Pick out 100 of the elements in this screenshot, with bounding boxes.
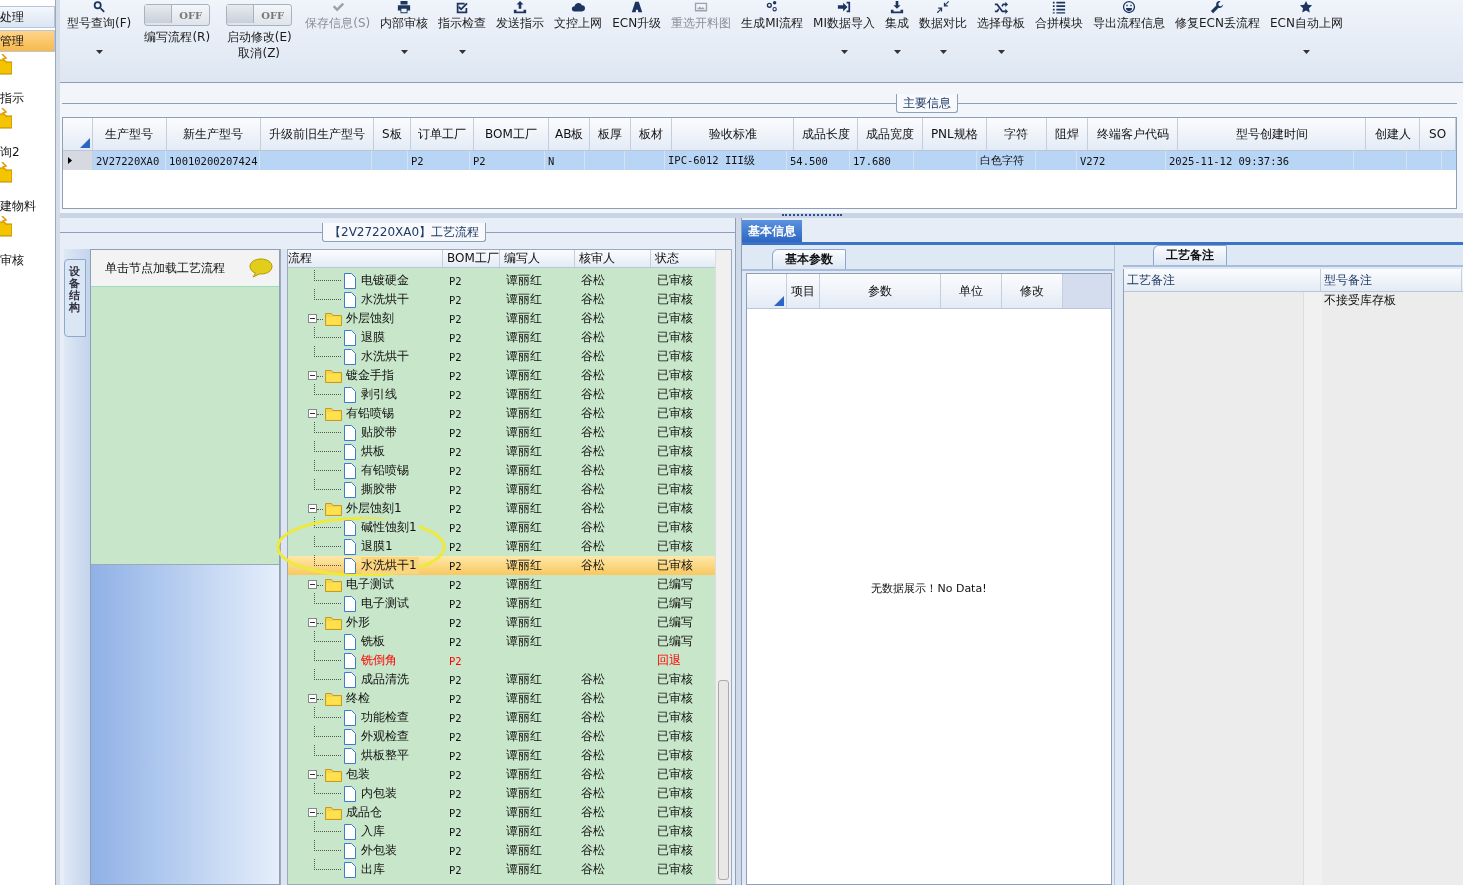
sidebar-item[interactable]: 审核	[0, 216, 55, 268]
sidebar-item[interactable]: 询2	[0, 108, 55, 160]
column-header[interactable]: 核审人	[575, 250, 651, 267]
tree-row[interactable]: 外层蚀刻 P2 谭丽红 谷松 已审核	[288, 309, 716, 328]
collapse-icon[interactable]	[308, 580, 317, 589]
tree-row[interactable]: 铣板 P2 谭丽红 已编写	[288, 632, 716, 651]
column-header[interactable]: SO	[1420, 118, 1456, 150]
column-header[interactable]: S板	[373, 118, 411, 150]
toolbar-button[interactable]: 内部审核	[375, 0, 434, 54]
tree-row[interactable]: 出库 P2 谭丽红 谷松 已审核	[288, 860, 716, 879]
collapse-icon[interactable]	[308, 314, 317, 323]
column-header[interactable]: BOM工厂	[443, 250, 500, 267]
sidebar-item[interactable]: 处理	[0, 6, 55, 28]
column-header[interactable]: BOM工厂	[473, 118, 550, 150]
toolbar-button[interactable]: 指示检查	[433, 0, 492, 54]
tree-row[interactable]: 烘板 P2 谭丽红 谷松 已审核	[288, 442, 716, 461]
collapse-icon[interactable]	[308, 504, 317, 513]
tree-row[interactable]: 外包装 P2 谭丽红 谷松 已审核	[288, 841, 716, 860]
tree-row[interactable]: 终检 P2 谭丽红 谷松 已审核	[288, 689, 716, 708]
column-header[interactable]: 板厚	[590, 118, 631, 150]
toolbar-button[interactable]: 文控上网	[549, 0, 608, 32]
column-header[interactable]: 新生产型号	[166, 118, 262, 150]
toolbar-button[interactable]: 集成	[880, 0, 914, 54]
collapse-icon[interactable]	[308, 770, 317, 779]
toolbar-button[interactable]: MI数据导入	[808, 0, 880, 54]
scrollbar[interactable]	[715, 250, 731, 884]
tree-row[interactable]: 成品清洗 P2 谭丽红 谷松 已审核	[288, 670, 716, 689]
tree-row[interactable]: 功能检查 P2 谭丽红 谷松 已审核	[288, 708, 716, 727]
tree-row[interactable]: 镀金手指 P2 谭丽红 谷松 已审核	[288, 366, 716, 385]
vertical-tab[interactable]: 设备结构	[64, 259, 86, 338]
tree-row[interactable]: 撕胶带 P2 谭丽红 谷松 已审核	[288, 480, 716, 499]
tree-row[interactable]: 贴胶带 P2 谭丽红 谷松 已审核	[288, 423, 716, 442]
column-header[interactable]: 订单工厂	[410, 118, 474, 150]
tree-row[interactable]: 水洗烘干1 P2 谭丽红 谷松 已审核	[288, 556, 716, 575]
table-cell: 谭丽红	[506, 462, 542, 479]
tree-row[interactable]: 包装 P2 谭丽红 谷松 已审核	[288, 765, 716, 784]
collapse-icon[interactable]	[308, 694, 317, 703]
toolbar-button[interactable]: 选择母板	[972, 0, 1030, 54]
column-header[interactable]: 型号备注	[1321, 269, 1462, 291]
column-header[interactable]: AB板	[549, 118, 591, 150]
tree-row[interactable]: 有铅喷锡 P2 谭丽红 谷松 已审核	[288, 404, 716, 423]
tree-row[interactable]: 水洗烘干 P2 谭丽红 谷松 已审核	[288, 290, 716, 309]
column-header[interactable]: 生产型号	[92, 118, 167, 150]
toolbar-button[interactable]: 发送指示	[491, 0, 550, 32]
tab[interactable]: 基本参数	[772, 249, 846, 269]
column-header[interactable]: 阻焊	[1046, 118, 1089, 150]
toolbar-button[interactable]: 生成MI流程	[736, 0, 809, 32]
tree-row[interactable]: 碱性蚀刻1 P2 谭丽红 谷松 已审核	[288, 518, 716, 537]
tree-row[interactable]: 成品仓 P2 谭丽红 谷松 已审核	[288, 803, 716, 822]
tree-row[interactable]: 退膜 P2 谭丽红 谷松 已审核	[288, 328, 716, 347]
toolbar-button[interactable]: ECN升级	[607, 0, 667, 32]
column-header[interactable]: 编写人	[500, 250, 575, 267]
column-header[interactable]: 流程	[288, 250, 443, 267]
toolbar-button[interactable]: 导出流程信息	[1088, 0, 1170, 32]
tree-row[interactable]: 退膜1 P2 谭丽红 谷松 已审核	[288, 537, 716, 556]
column-header[interactable]: 创建人	[1366, 118, 1421, 150]
column-header[interactable]: 型号创建时间	[1178, 118, 1367, 150]
tree-row[interactable]: 电子测试 P2 谭丽红 已编写	[288, 575, 716, 594]
sidebar-item[interactable]: 管理	[0, 30, 55, 52]
tree-row[interactable]: 入库 P2 谭丽红 谷松 已审核	[288, 822, 716, 841]
column-header[interactable]: 验收标准	[671, 118, 795, 150]
column-header[interactable]: 成品宽度	[858, 118, 923, 150]
tree-row[interactable]: 外观检查 P2 谭丽红 谷松 已审核	[288, 727, 716, 746]
tree-row[interactable]: 电镀硬金 P2 谭丽红 谷松 已审核	[288, 271, 716, 290]
toggle-switch[interactable]: OFF 启动修改(E) 取消(Z)	[218, 0, 301, 61]
document-icon	[343, 348, 357, 365]
scrollbar[interactable]	[1303, 292, 1322, 885]
tab[interactable]: 基本信息	[742, 220, 802, 242]
tab[interactable]: 工艺备注	[1153, 245, 1227, 265]
collapse-icon[interactable]	[308, 808, 317, 817]
tree-row[interactable]: 外形 P2 谭丽红 已编写	[288, 613, 716, 632]
column-header[interactable]: 终端客户代码	[1088, 118, 1178, 150]
toolbar-button[interactable]: 合拼模块	[1030, 0, 1088, 32]
column-header[interactable]: 工艺备注	[1124, 269, 1321, 291]
tree-row[interactable]: 外层蚀刻1 P2 谭丽红 谷松 已审核	[288, 499, 716, 518]
sidebar-item[interactable]: 建物料	[0, 162, 55, 214]
column-header[interactable]: 成品长度	[794, 118, 859, 150]
column-header[interactable]: PNL规格	[922, 118, 987, 150]
column-header[interactable]: 参数	[820, 274, 941, 308]
tree-row[interactable]: 电子测试 P2 谭丽红 已编写	[288, 594, 716, 613]
column-header[interactable]: 单位	[941, 274, 1002, 308]
toolbar-button[interactable]: 数据对比	[914, 0, 972, 54]
tree-row[interactable]: 有铅喷锡 P2 谭丽红 谷松 已审核	[288, 461, 716, 480]
toolbar-button[interactable]: 修复ECN丢流程	[1170, 0, 1265, 32]
tree-row[interactable]: 水洗烘干 P2 谭丽红 谷松 已审核	[288, 347, 716, 366]
tree-row[interactable]: 剥引线 P2 谭丽红 谷松 已审核	[288, 385, 716, 404]
table-row[interactable]: 2V27220XA0 10010200207424 P2 P2 N IPC-6012 III级 54.500 17.680 白色字符 V272 2025-11-12 09:37:36	[63, 151, 1456, 170]
tree-row[interactable]: 内包装 P2 谭丽红 谷松 已审核	[288, 784, 716, 803]
collapse-icon[interactable]	[308, 371, 317, 380]
sidebar-item[interactable]: 指示	[0, 54, 55, 106]
column-header[interactable]: 项目	[787, 274, 820, 308]
toggle-switch[interactable]: OFF 编写流程(R)	[136, 0, 219, 45]
toolbar-button[interactable]: ECN自动上网	[1264, 0, 1348, 54]
column-header[interactable]: 升级前旧生产型号	[261, 118, 374, 150]
collapse-icon[interactable]	[308, 409, 317, 418]
toolbar-button[interactable]: 型号查询(F)	[62, 0, 137, 54]
tree-row[interactable]: 烘板整平 P2 谭丽红 谷松 已审核	[288, 746, 716, 765]
column-header[interactable]: 板材	[631, 118, 672, 150]
collapse-icon[interactable]	[308, 618, 317, 627]
column-header[interactable]: 字符	[986, 118, 1047, 150]
